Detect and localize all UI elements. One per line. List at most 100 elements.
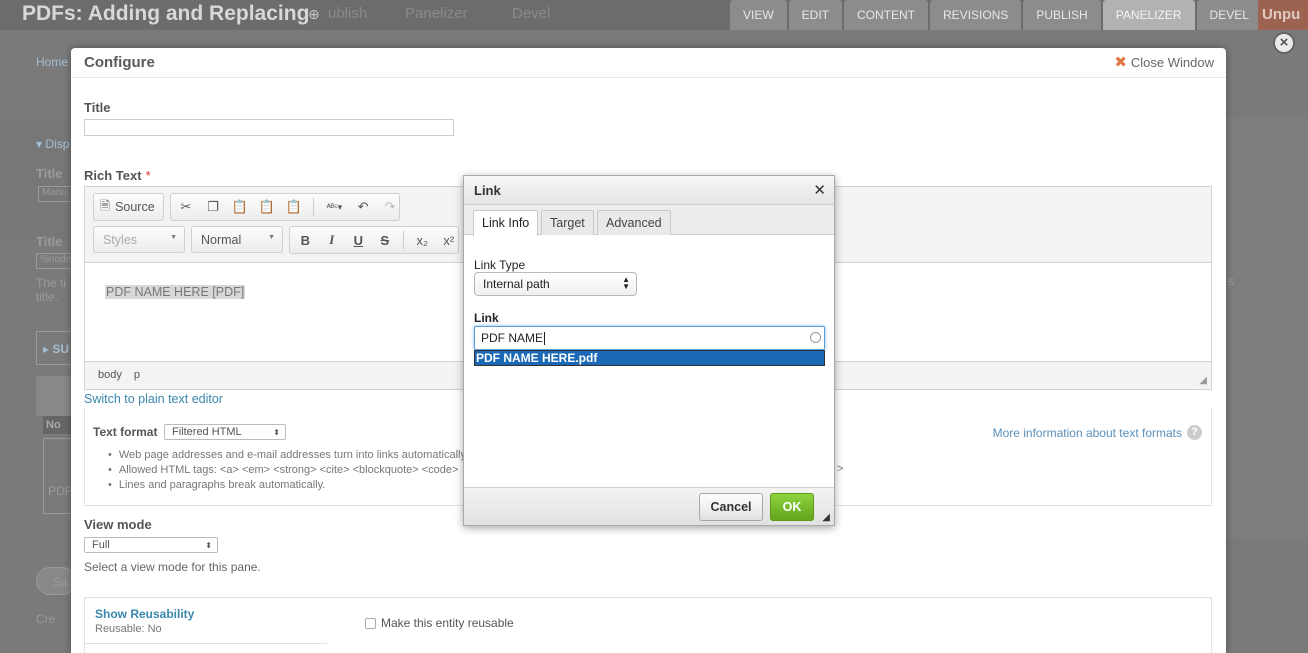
dialog-header[interactable]: Link ✕ [464,176,834,205]
cut-icon[interactable]: ✂ [177,197,195,217]
format-label: Normal [201,233,242,247]
underline-button[interactable]: U [349,230,368,250]
toolbar-divider [403,231,404,249]
autocomplete-suggestion[interactable]: PDF NAME HERE.pdf [474,350,825,366]
paste-word-icon[interactable]: 📋 [285,197,303,217]
format-tip: Web page addresses and e-mail addresses … [108,448,468,463]
resize-grip-icon[interactable]: ◢ [1199,375,1207,386]
bold-button[interactable]: B [296,230,315,250]
title-label: Title [84,100,111,115]
link-type-label: Link Type [474,258,526,272]
dialog-title: Link [474,183,501,198]
tab-revisions[interactable]: REVISIONS [930,0,1022,30]
subscript-button[interactable]: x₂ [413,230,432,250]
faint-tab-panelizer: Panelizer [405,5,468,22]
updown-arrow-icon: ⬍ [205,541,212,550]
source-icon: 🗎 [100,198,111,213]
copy-icon[interactable]: ❐ [204,197,222,217]
breadcrumb-home[interactable]: Home [36,55,68,69]
tab-devel[interactable]: DEVEL [1196,0,1262,30]
updown-arrow-icon: ▲ ▼ [622,275,630,291]
link-type-select[interactable]: Internal path ▲ ▼ [474,272,637,296]
add-shortcut-icon[interactable]: ⊕ [308,6,320,23]
close-window-label: Close Window [1130,55,1214,70]
source-label: Source [115,200,155,214]
cancel-button[interactable]: Cancel [699,493,763,521]
show-reusability-link[interactable]: Show Reusability [95,607,194,621]
link-input[interactable]: PDF NAME [474,326,825,350]
tab-advanced[interactable]: Advanced [597,210,671,235]
path-p[interactable]: p [134,369,140,381]
tab-panelizer[interactable]: PANELIZER [1102,0,1195,30]
autocomplete-throbber-icon [810,332,821,343]
close-icon[interactable]: ✕ [813,181,826,199]
resize-grip-icon[interactable]: ◢ [822,512,830,523]
tab-link-info[interactable]: Link Info [473,210,539,236]
element-path: body p [98,369,140,381]
faint-tab-publish: ublish [328,5,368,22]
switch-plain-text-link[interactable]: Switch to plain text editor [84,392,223,406]
tips-tail-peek: > [837,463,844,475]
reusability-fieldset [84,597,1212,653]
tab-edit[interactable]: EDIT [788,0,843,30]
format-tips-list: Web page addresses and e-mail addresses … [108,448,468,493]
spellcheck-icon[interactable]: ᴬᴮᶜ▾ [324,197,346,217]
tab-content[interactable]: CONTENT [844,0,929,30]
ok-button[interactable]: OK [770,493,814,521]
page-title: PDFs: Adding and Replacing [22,2,310,25]
chevron-down-icon: ▼ [170,234,177,241]
display-fieldset-peek: ▾ Disp [36,137,70,151]
clipboard-toolbar: ✂ ❐ 📋 📋 📋 ᴬᴮᶜ▾ ↶ ↷ [170,193,400,221]
reusable-status: Reusable: No [95,623,162,635]
link-dialog: Link ✕ Link Info Target Advanced Link Ty… [463,175,835,526]
required-marker: * [145,168,151,183]
modal-header: Configure ✖ Close Window [71,48,1226,78]
updown-arrow-icon: ⬍ [273,428,280,437]
editor-text[interactable]: PDF NAME HERE [PDF] [105,285,246,299]
primary-tabs: VIEW EDIT CONTENT REVISIONS PUBLISH PANE… [730,0,1262,30]
tab-target[interactable]: Target [541,210,594,235]
redo-icon[interactable]: ↷ [381,197,399,217]
paste-text-icon[interactable]: 📋 [258,197,276,217]
dialog-footer: Cancel OK ◢ [464,487,834,525]
fieldset-peek: ▸ SU [36,331,76,365]
overlay-close-icon[interactable]: × [1273,32,1295,54]
basic-styles-toolbar: B I U S x₂ x² [289,226,459,254]
superscript-button[interactable]: x² [440,230,459,250]
checkbox-icon[interactable] [365,617,376,629]
path-body[interactable]: body [98,369,122,381]
view-mode-label: View mode [84,517,152,532]
toolbar-divider [312,198,314,216]
make-reusable-checkbox[interactable]: Make this entity reusable [365,616,514,630]
italic-button[interactable]: I [323,230,342,250]
tab-view[interactable]: VIEW [730,0,787,30]
close-window-button[interactable]: ✖ Close Window [1114,55,1214,70]
undo-icon[interactable]: ↶ [354,197,372,217]
more-info-link[interactable]: More information about text formats ? [993,425,1202,440]
dialog-tabs: Link Info Target Advanced [464,205,834,236]
format-dropdown[interactable]: Normal ▼ [191,226,283,253]
text-format-select[interactable]: Filtered HTML ⬍ [164,424,286,440]
styles-dropdown[interactable]: Styles ▼ [93,226,185,253]
unpublished-badge: Unpu [1258,0,1308,30]
right-strip-peek [1226,118,1308,538]
strikethrough-button[interactable]: S [376,230,395,250]
dialog-body: Link Type Internal path ▲ ▼ Link PDF NAME… [464,236,834,487]
title-label-peek: Title [36,166,63,181]
make-reusable-label: Make this entity reusable [381,616,514,630]
source-button[interactable]: 🗎 Source [93,193,164,221]
save-button-peek: Sa [36,567,76,595]
paste-icon[interactable]: 📋 [231,197,249,217]
divider [84,643,327,644]
title-input[interactable] [84,119,454,136]
node-input-peek: %node [36,253,76,269]
faint-tab-devel: Devel [512,5,551,22]
text-format-label: Text format [93,425,158,439]
help-icon: ? [1187,425,1202,440]
view-mode-select[interactable]: Full ⬍ [84,537,218,553]
view-mode-hint: Select a view mode for this pane. [84,560,261,574]
page-header: PDFs: Adding and Replacing ⊕ ublish Pane… [0,0,1308,30]
tab-publish[interactable]: PUBLISH [1023,0,1101,30]
view-mode-value: Full [92,539,110,551]
checkbox-peek: Cre [36,612,56,626]
